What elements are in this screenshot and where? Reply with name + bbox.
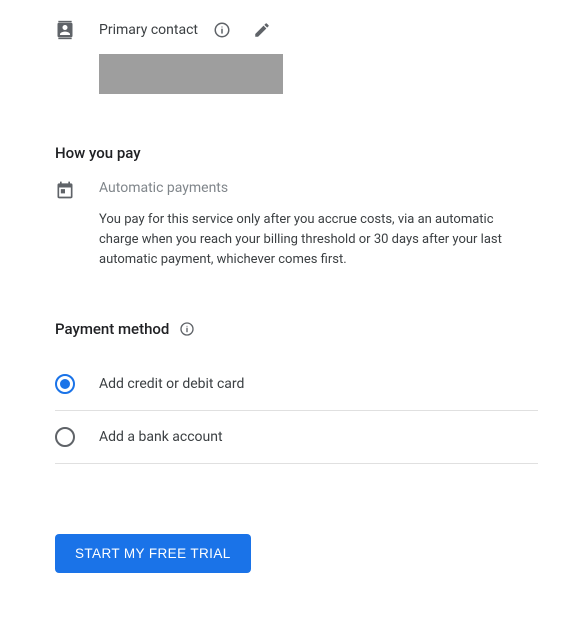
start-trial-button[interactable]: START MY FREE TRIAL <box>55 534 251 573</box>
radio-selected-icon[interactable] <box>55 374 75 394</box>
calendar-icon <box>55 180 75 200</box>
edit-icon[interactable] <box>252 20 272 40</box>
contact-value-redacted <box>99 54 283 94</box>
contact-card-icon <box>55 20 75 40</box>
info-icon[interactable] <box>179 321 195 337</box>
how-you-pay-title: How you pay <box>55 144 538 162</box>
payment-method-title: Payment method <box>55 320 169 338</box>
payment-option-card[interactable]: Add credit or debit card <box>55 358 538 411</box>
primary-contact-label: Primary contact <box>99 22 198 38</box>
automatic-payments-description: You pay for this service only after you … <box>99 210 529 270</box>
primary-contact-section: Primary contact <box>55 20 538 94</box>
how-you-pay-section: How you pay Automatic payments You pay f… <box>55 144 538 270</box>
payment-option-label: Add credit or debit card <box>99 376 244 392</box>
info-icon[interactable] <box>212 20 232 40</box>
payment-method-section: Payment method Add credit or debit card … <box>55 320 538 464</box>
automatic-payments-label: Automatic payments <box>99 180 529 196</box>
primary-contact-row: Primary contact <box>55 20 538 40</box>
payment-option-bank[interactable]: Add a bank account <box>55 411 538 464</box>
payment-option-label: Add a bank account <box>99 429 223 445</box>
radio-unselected-icon[interactable] <box>55 427 75 447</box>
